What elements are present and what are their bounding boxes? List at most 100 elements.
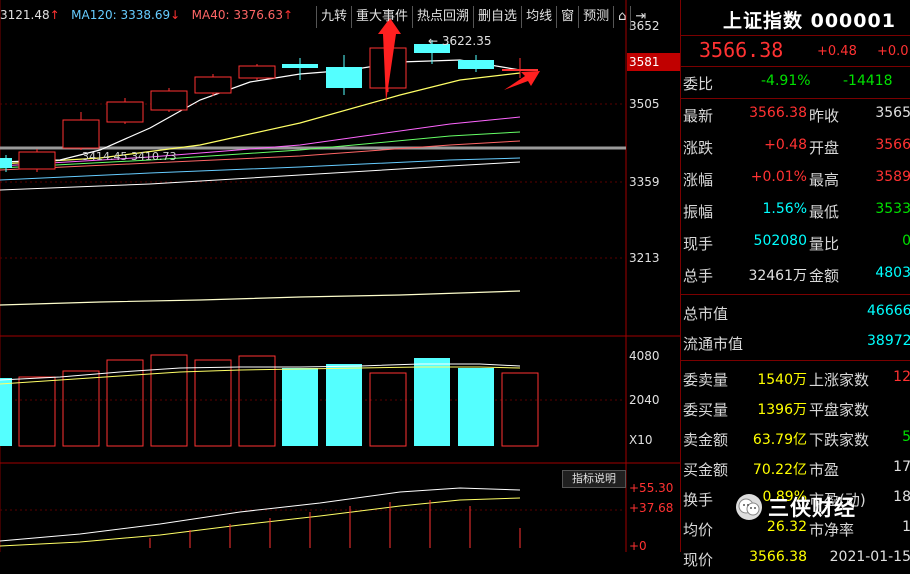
ma-line	[0, 290, 521, 306]
float-mktcap-label: 流通市值	[683, 335, 744, 353]
candle	[150, 90, 188, 111]
quote-row: 涨跌 +0.48 开盘 3566	[681, 132, 910, 162]
order-label: 买金额	[683, 461, 729, 479]
quote-value-2: 3589	[875, 169, 910, 185]
price-axis-label: 3213	[629, 251, 660, 265]
indicator-note-button[interactable]: 指标说明	[562, 470, 626, 488]
total-mktcap-label: 总市值	[683, 305, 729, 323]
order-row: 卖金额 63.79亿 下跌家数 5	[681, 424, 910, 454]
ma40-label: MA40:	[191, 8, 230, 22]
panel-title: 上证指数 000001	[681, 0, 910, 36]
ma-legend-value: 3121.48	[0, 8, 50, 22]
candle	[62, 119, 100, 149]
indicator-axis-label: +55.30	[629, 481, 673, 495]
indicator-axis-label: +37.68	[629, 501, 673, 515]
quote-value: 502080	[753, 233, 807, 249]
order-value: 1540万	[757, 372, 807, 388]
order-value: 3566.38	[749, 549, 807, 565]
toolbar-ma[interactable]: 均线	[521, 6, 556, 28]
quote-value-2: 3566	[875, 137, 910, 153]
order-value-2: 5	[902, 429, 910, 445]
toolbar-jiuzhuan[interactable]: 九转	[316, 6, 351, 28]
order-row: 现价 3566.38 2021-01-15	[681, 544, 910, 574]
quote-value: 1.56%	[762, 201, 807, 217]
volume-bar	[369, 372, 407, 447]
candle	[18, 151, 56, 170]
price-axis-current: 3581	[629, 55, 660, 69]
volume-axis-label: 2040	[629, 393, 660, 407]
volume-bar	[501, 372, 539, 447]
quote-label: 总手	[683, 267, 714, 285]
watermark: 三侠财经	[736, 492, 856, 522]
order-value-2: 12	[893, 369, 910, 385]
quote-value: 32461万	[748, 268, 807, 284]
quote-label: 涨跌	[683, 139, 714, 157]
quote-row: 涨幅 +0.01% 最高 3589	[681, 164, 910, 194]
price-axis-label: 3505	[629, 97, 660, 111]
toolbar-forecast[interactable]: 预测	[578, 6, 613, 28]
order-label-2: 下跌家数	[809, 431, 870, 449]
quote-value-2: 0	[902, 233, 910, 249]
quote-label: 现手	[683, 235, 714, 253]
toolbar-major-events[interactable]: 重大事件	[351, 6, 412, 28]
indicator-line	[0, 487, 521, 542]
quote-panel: 上证指数 000001 3566.38 +0.48 +0.01 委比 -4.91…	[680, 0, 910, 569]
quote-label: 振幅	[683, 203, 714, 221]
candle	[502, 69, 538, 71]
ma-legend: 3121.48↑ MA120: 3338.69↓ MA40: 3376.63↑	[0, 8, 294, 22]
volume-bar	[326, 364, 362, 446]
quote-label: 最新	[683, 107, 714, 125]
panel-change: +0.48	[817, 44, 857, 59]
ma120-label: MA120:	[71, 8, 117, 22]
candle	[326, 67, 362, 88]
toolbar-window[interactable]: 窗	[556, 6, 578, 28]
quote-label-2: 最高	[809, 171, 840, 189]
quote-value: 3566.38	[749, 105, 807, 121]
volume-axis-unit: X10	[629, 433, 653, 447]
watermark-logo-icon	[736, 494, 762, 520]
webi-value: -4.91%	[761, 73, 811, 89]
order-value-2: 17	[893, 459, 910, 475]
quote-value-2: 3565	[875, 105, 910, 121]
quote-row: 现手 502080 量比 0	[681, 228, 910, 258]
float-mktcap-row: 流通市值 389723	[681, 328, 910, 358]
expand-icon[interactable]: ⇥	[630, 6, 650, 28]
total-mktcap-value: 466660	[867, 303, 910, 319]
toolbar-hotspot-review[interactable]: 热点回溯	[412, 6, 473, 28]
ma40-value: 3376.63	[233, 8, 283, 22]
toolbar-remove-watchlist[interactable]: 删自选	[473, 6, 521, 28]
order-label: 卖金额	[683, 431, 729, 449]
order-value-2: 2021-01-15	[829, 549, 910, 565]
candle	[458, 60, 494, 69]
volume-bar	[62, 370, 100, 447]
volume-bar	[282, 368, 318, 446]
order-row: 委卖量 1540万 上涨家数 12	[681, 364, 910, 394]
panel-price-row: 3566.38 +0.48 +0.01	[681, 36, 910, 67]
quote-row: 总手 32461万 金额 4803	[681, 260, 910, 290]
order-label: 均价	[683, 521, 714, 539]
order-label-2: 上涨家数	[809, 371, 870, 389]
order-value: 70.22亿	[752, 462, 807, 478]
order-label-2: 市净率	[809, 521, 855, 539]
volume-bar	[0, 378, 12, 446]
ma-line	[0, 72, 521, 165]
indicator-axis-label: +0	[629, 539, 647, 552]
quote-label-2: 最低	[809, 203, 840, 221]
order-row: 买金额 70.22亿 市盈 17	[681, 454, 910, 484]
volume-bar	[18, 376, 56, 447]
order-value-2: 18	[893, 489, 910, 505]
home-icon[interactable]: ⌂	[613, 6, 630, 28]
order-label: 换手	[683, 491, 714, 509]
quote-label: 涨幅	[683, 171, 714, 189]
panel-change-pct: +0.01	[877, 44, 910, 59]
high-annotation: ← 3622.35	[428, 34, 492, 48]
quote-value-2: 3533	[875, 201, 910, 217]
float-mktcap-value: 389723	[867, 333, 910, 349]
candle	[194, 76, 232, 94]
indicator-line	[0, 497, 521, 547]
volume-bar	[194, 359, 232, 447]
order-label-2: 市盈	[809, 461, 840, 479]
chart-toolbar: 九转 重大事件 热点回溯 删自选 均线窗预测 ⌂ ⇥	[316, 6, 650, 28]
volume-bar	[458, 368, 494, 446]
volume-bar	[414, 358, 450, 446]
